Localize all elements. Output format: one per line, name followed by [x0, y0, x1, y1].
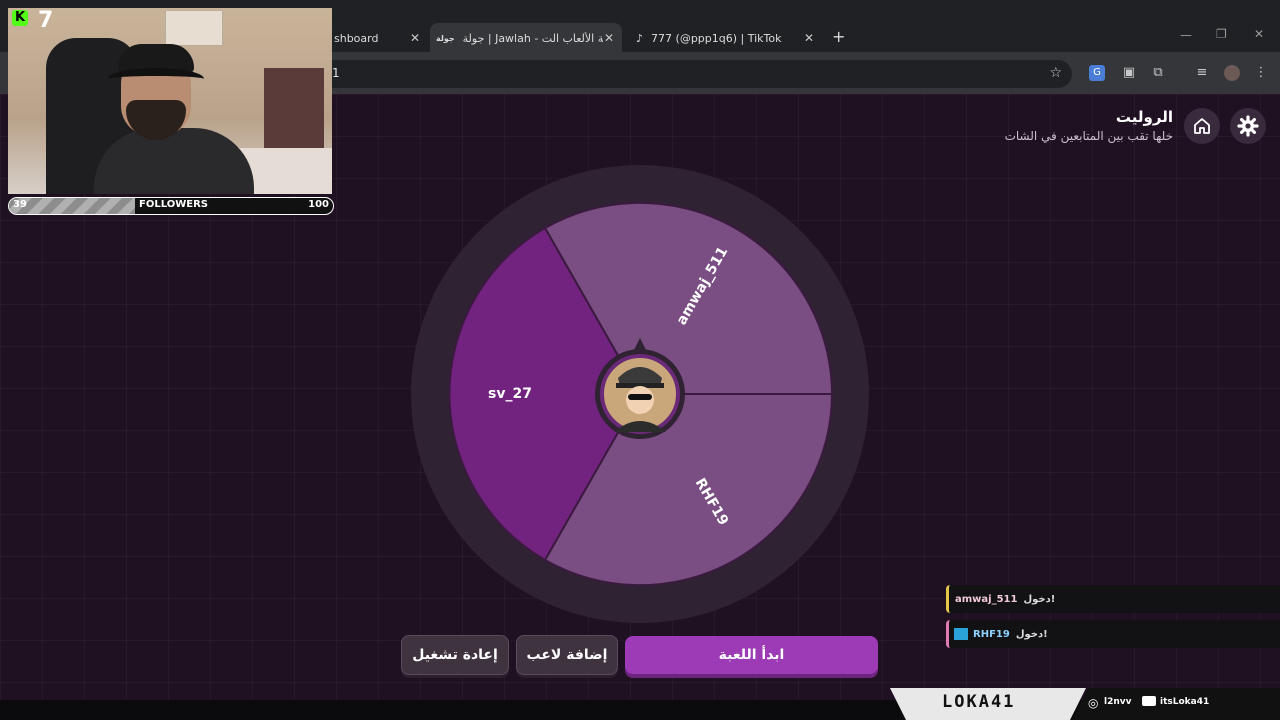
air-conditioner [165, 10, 223, 46]
extensions-puzzle-icon[interactable]: ⧉ [1150, 65, 1166, 81]
page-title: الروليت [1115, 108, 1173, 126]
jawlah-favicon: جولة [436, 33, 455, 43]
chat-text: دخول! [1015, 628, 1048, 640]
chat-username: amwaj_511 [955, 593, 1018, 605]
followers-progress-fill [9, 198, 136, 214]
badge-icon [954, 628, 968, 640]
brand-name: LOKA41 [942, 692, 1016, 712]
avatar [600, 354, 680, 434]
instagram-icon: ◎ [1088, 696, 1099, 710]
tab-label: جولة | Jawlah - منصة الألعاب الت [462, 31, 603, 45]
address-text: 1 [332, 66, 340, 80]
add-player-button[interactable]: إضافة لاعب [516, 635, 618, 675]
headphones-icon [108, 68, 204, 90]
profile-avatar[interactable] [1224, 65, 1240, 81]
chat-message: amwaj_511 دخول! [946, 585, 1280, 613]
youtube-handle: itsLoka41 [1160, 697, 1210, 707]
start-game-button[interactable]: ابدأ اللعبة [625, 636, 878, 674]
new-tab-button[interactable]: + [832, 27, 845, 46]
minimize-button[interactable]: — [1180, 28, 1192, 42]
brand-overlay: LOKA41 ◎ l2nvv itsLoka41 [890, 688, 1280, 720]
page-subtitle: خلها تقب بين المتابعين في الشات [1004, 129, 1173, 143]
youtube-icon [1142, 696, 1156, 706]
menu-kebab-icon[interactable]: ⋮ [1253, 65, 1269, 81]
tiktok-icon: ♪ [636, 31, 644, 45]
chat-text: دخول! [1023, 593, 1056, 605]
extension-badge-icon[interactable]: ▣ [1121, 65, 1137, 81]
followers-goal: 100 [308, 199, 329, 210]
gear-icon [1237, 115, 1259, 137]
chat-message: RHF19 دخول! [946, 620, 1280, 648]
clothes-rack [264, 68, 324, 148]
home-icon [1194, 118, 1210, 134]
chat-username: RHF19 [973, 628, 1010, 640]
bookmark-star-icon[interactable]: ☆ [1049, 65, 1062, 81]
tab-label: 777 (@ppp1q6) | TikTok [651, 31, 782, 45]
close-icon[interactable]: ✕ [604, 31, 614, 45]
window-close-button[interactable]: ✕ [1254, 27, 1264, 41]
roulette-wheel[interactable]: amwaj_511 RHF19 sv_27 [410, 164, 870, 624]
tab-tiktok[interactable]: ♪ 777 (@ppp1q6) | TikTok ✕ [626, 23, 822, 53]
settings-button[interactable] [1230, 108, 1266, 144]
close-icon[interactable]: ✕ [410, 31, 420, 45]
kick-logo-icon: K [12, 10, 28, 26]
tab-dashboard[interactable]: shboard ✕ [332, 23, 428, 53]
translate-icon[interactable]: G [1089, 65, 1105, 81]
media-queue-icon[interactable]: ≡ [1194, 65, 1210, 81]
tab-label: shboard [334, 31, 379, 45]
followers-label: FOLLOWERS [139, 199, 208, 210]
wheel-label-sv27: sv_27 [488, 386, 532, 402]
tab-jawlah[interactable]: جولة جولة | Jawlah - منصة الألعاب الت ✕ [430, 23, 622, 53]
home-button[interactable] [1184, 108, 1220, 144]
close-icon[interactable]: ✕ [804, 31, 814, 45]
viewer-count: 7 [38, 8, 54, 33]
address-bar[interactable]: 1 ☆ [320, 60, 1072, 88]
followers-goal-bar: 39 FOLLOWERS 100 [8, 197, 334, 215]
followers-current: 39 [13, 199, 27, 210]
webcam-feed: K 7 [8, 8, 332, 194]
restart-button[interactable]: إعادة تشغيل [401, 635, 509, 675]
instagram-handle: l2nvv [1104, 697, 1132, 707]
maximize-button[interactable]: ❐ [1216, 27, 1227, 41]
